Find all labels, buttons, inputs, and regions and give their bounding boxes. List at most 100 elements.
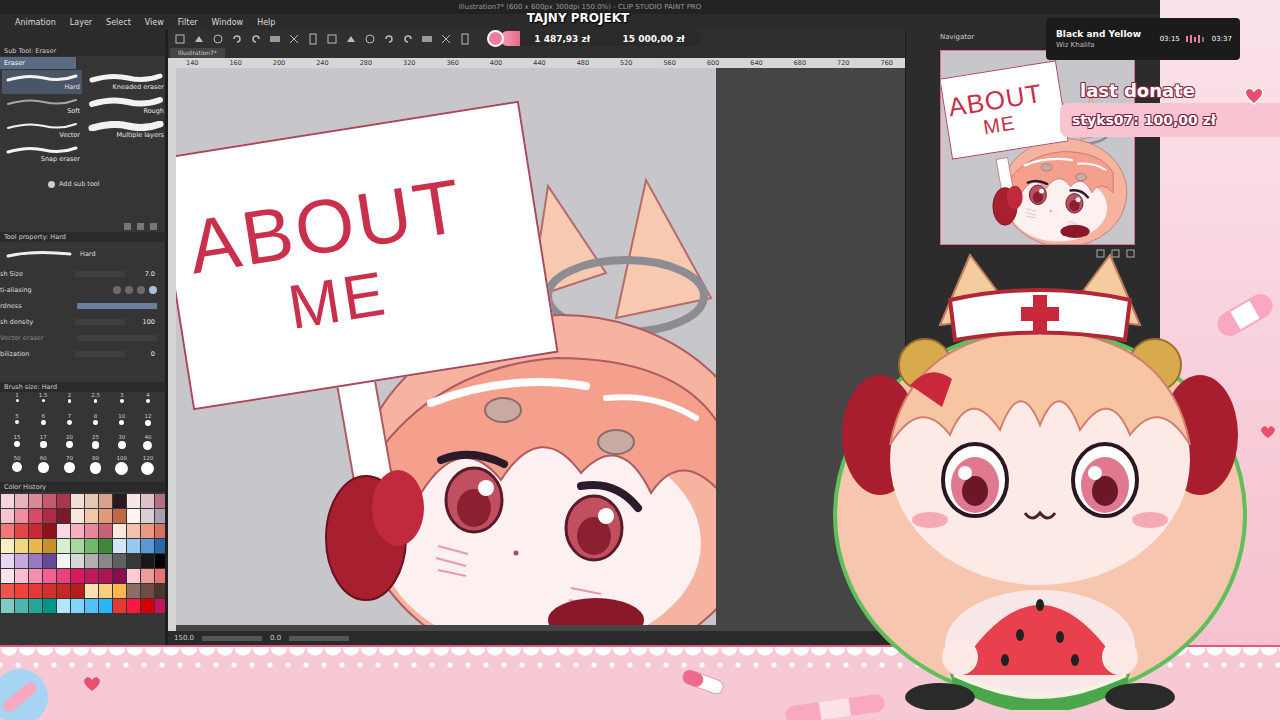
color-swatch[interactable]: [57, 524, 70, 538]
menu-item[interactable]: Select: [106, 18, 131, 27]
color-swatch[interactable]: [127, 554, 140, 568]
color-swatch[interactable]: [85, 554, 98, 568]
color-swatch[interactable]: [113, 524, 126, 538]
color-swatch[interactable]: [15, 539, 28, 553]
color-swatch[interactable]: [43, 509, 56, 523]
color-swatch[interactable]: [85, 539, 98, 553]
color-swatch[interactable]: [99, 599, 112, 613]
color-swatch[interactable]: [15, 494, 28, 508]
color-swatch[interactable]: [141, 599, 154, 613]
sub-tool-item[interactable]: Multiple layers: [86, 118, 166, 142]
navigator-preview[interactable]: ABOUTME: [940, 50, 1135, 245]
brush-size-option[interactable]: 3: [109, 392, 135, 413]
color-swatch[interactable]: [71, 554, 84, 568]
color-swatch[interactable]: [29, 539, 42, 553]
color-swatch[interactable]: [15, 554, 28, 568]
color-swatch[interactable]: [127, 539, 140, 553]
add-icon[interactable]: [48, 181, 55, 188]
brush-size-option[interactable]: 80: [82, 455, 108, 476]
color-swatch[interactable]: [141, 569, 154, 583]
brush-size-option[interactable]: 100: [109, 455, 135, 476]
color-swatch[interactable]: [29, 584, 42, 598]
color-swatch[interactable]: [29, 509, 42, 523]
panel-option-icon[interactable]: [124, 223, 131, 230]
brush-size-option[interactable]: 50: [4, 455, 30, 476]
color-swatch[interactable]: [1, 569, 14, 583]
anti-aliasing-steps[interactable]: [113, 286, 157, 294]
color-swatch[interactable]: [85, 569, 98, 583]
color-swatch[interactable]: [57, 599, 70, 613]
color-swatch[interactable]: [71, 584, 84, 598]
color-swatch[interactable]: [29, 524, 42, 538]
brush-size-option[interactable]: 2.5: [82, 392, 108, 413]
rotation-slider[interactable]: [289, 636, 349, 641]
color-swatch[interactable]: [1, 494, 14, 508]
color-swatch[interactable]: [29, 599, 42, 613]
color-swatch[interactable]: [71, 599, 84, 613]
property-slider[interactable]: [75, 351, 125, 357]
color-swatch[interactable]: [15, 584, 28, 598]
color-swatch[interactable]: [71, 539, 84, 553]
color-swatch[interactable]: [155, 569, 168, 583]
menu-item[interactable]: Layer: [70, 18, 92, 27]
color-swatch[interactable]: [127, 494, 140, 508]
property-slider-track[interactable]: [77, 303, 157, 309]
color-swatch[interactable]: [57, 554, 70, 568]
color-swatch[interactable]: [141, 494, 154, 508]
brush-size-option[interactable]: 17: [30, 434, 56, 455]
brush-size-option[interactable]: 7: [56, 413, 82, 434]
sub-tool-item[interactable]: Rough: [86, 94, 166, 118]
color-swatch[interactable]: [127, 509, 140, 523]
property-slider[interactable]: [75, 271, 125, 277]
brush-size-option[interactable]: 120: [135, 455, 161, 476]
color-swatch[interactable]: [29, 494, 42, 508]
color-swatch[interactable]: [113, 599, 126, 613]
color-swatch[interactable]: [155, 509, 168, 523]
property-control[interactable]: [58, 335, 157, 341]
property-control[interactable]: [58, 303, 157, 309]
brush-size-option[interactable]: 12: [135, 413, 161, 434]
zoom-slider[interactable]: [202, 636, 262, 641]
color-swatch[interactable]: [99, 509, 112, 523]
color-swatch[interactable]: [43, 524, 56, 538]
property-control[interactable]: 100: [58, 317, 157, 327]
sub-tool-item[interactable]: Kneaded eraser: [86, 70, 166, 94]
color-swatch[interactable]: [71, 524, 84, 538]
brush-size-option[interactable]: 1.5: [30, 392, 56, 413]
step-option[interactable]: [137, 286, 145, 294]
color-swatch[interactable]: [71, 569, 84, 583]
menu-item[interactable]: View: [145, 18, 164, 27]
color-swatch[interactable]: [1, 584, 14, 598]
color-swatch[interactable]: [113, 494, 126, 508]
color-swatch[interactable]: [155, 539, 168, 553]
color-swatch[interactable]: [57, 509, 70, 523]
color-swatch[interactable]: [85, 584, 98, 598]
property-slider[interactable]: [75, 319, 125, 325]
color-swatch[interactable]: [113, 509, 126, 523]
property-value[interactable]: 0: [129, 349, 157, 359]
sub-tool-item[interactable]: Hard: [2, 70, 82, 94]
brush-size-option[interactable]: 25: [82, 434, 108, 455]
brush-size-option[interactable]: 15: [4, 434, 30, 455]
color-swatch[interactable]: [85, 509, 98, 523]
color-swatch[interactable]: [15, 569, 28, 583]
color-swatch[interactable]: [155, 554, 168, 568]
rotation-value[interactable]: 0.0: [270, 634, 281, 642]
navigator-tab[interactable]: Navigator: [940, 33, 974, 41]
brush-size-option[interactable]: 1: [4, 392, 30, 413]
property-control[interactable]: 0: [58, 349, 157, 359]
brush-size-option[interactable]: 8: [82, 413, 108, 434]
color-swatch[interactable]: [99, 494, 112, 508]
menu-item[interactable]: Animation: [15, 18, 56, 27]
color-swatch[interactable]: [141, 524, 154, 538]
sub-tool-item[interactable]: Snap eraser: [2, 142, 82, 166]
step-option[interactable]: [113, 286, 121, 294]
brush-size-option[interactable]: 30: [109, 434, 135, 455]
step-option[interactable]: [125, 286, 133, 294]
color-swatch[interactable]: [155, 524, 168, 538]
color-swatch[interactable]: [141, 509, 154, 523]
color-swatch[interactable]: [43, 569, 56, 583]
color-swatch[interactable]: [57, 584, 70, 598]
property-control[interactable]: 7.0: [58, 269, 157, 279]
canvas-tab[interactable]: Illustration7*: [170, 48, 225, 58]
